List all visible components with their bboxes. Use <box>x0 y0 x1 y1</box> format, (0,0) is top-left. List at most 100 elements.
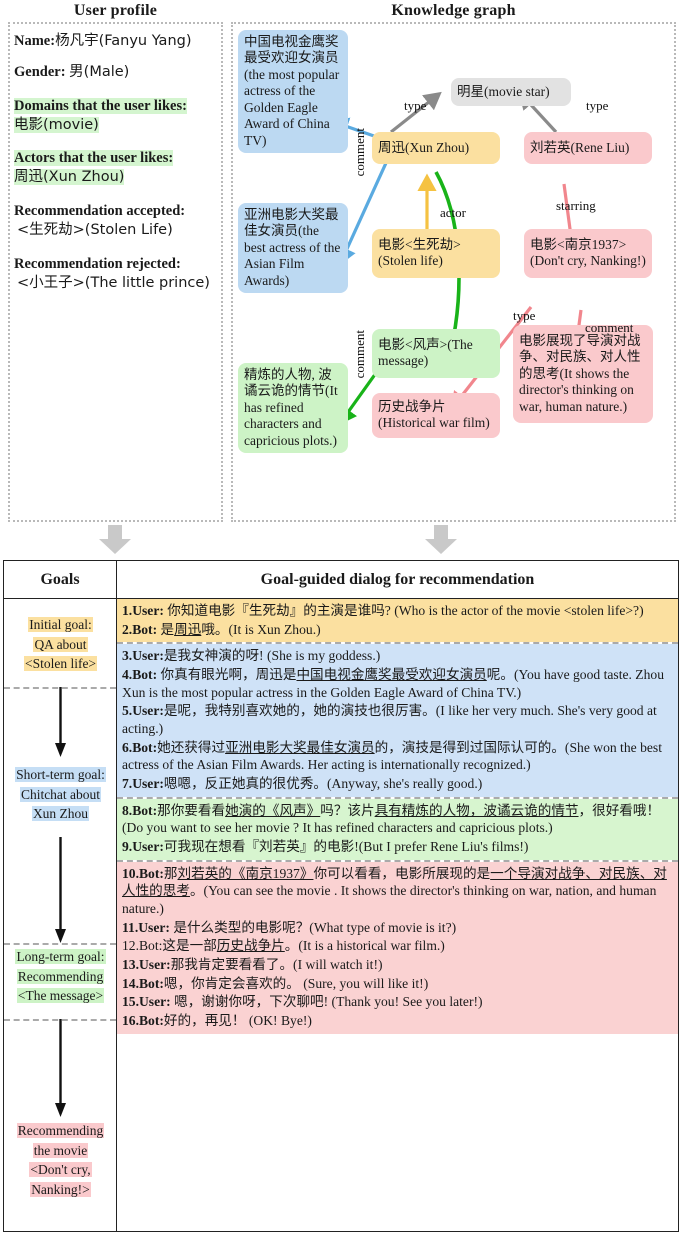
dialog-turn-13[interactable]: 13.User:那我肯定要看看了。(I will watch it!) <box>122 956 674 974</box>
goal-rec-line-2: <Don't cry, <box>29 1162 92 1178</box>
goal-long-term[interactable]: Long-term goal: Recommending <The messag… <box>4 947 117 1006</box>
dialog-turn-14-speaker: 14.Bot: <box>122 975 164 991</box>
dialog-turn-1-speaker: 1.User: <box>122 603 164 618</box>
actors-label: Actors that the user likes: <box>14 150 174 167</box>
kg-edge-label-type-bottom: type <box>513 308 536 323</box>
goal-rec-line-1: the movie <box>32 1142 89 1158</box>
kg-node-xun-zhou[interactable]: 周迅(Xun Zhou) <box>372 132 500 165</box>
goal-long-line-2: <The message> <box>16 988 105 1004</box>
dialog-turn-7[interactable]: 7.User:嗯嗯，反正她真的很优秀。(Anyway, she's really… <box>122 775 674 793</box>
kg-node-nanjing[interactable]: 电影<南京1937>(Don't cry, Nanking!) <box>524 229 652 278</box>
dialog-turn-15[interactable]: 15.User: 嗯，谢谢你呀，下次聊吧! (Thank you! See yo… <box>122 993 674 1011</box>
kg-node-the-message[interactable]: 电影<风声>(The message) <box>372 329 500 378</box>
goal-rec-line-3: Nanking!> <box>30 1181 91 1197</box>
dialog-turn-2[interactable]: 2.Bot: 是周迅哦。(It is Xun Zhou.) <box>122 621 674 639</box>
knowledge-graph-title: Knowledge graph <box>391 2 516 19</box>
table-body: Initial goal: QA about <Stolen life> Sho… <box>4 599 678 1231</box>
dialog-turn-7-text: 嗯嗯，反正她真的很优秀。(Anyway, she's really good.) <box>163 776 483 792</box>
dialog-turn-10[interactable]: 10.Bot:那刘若英的《南京1937》你可以看看，电影所展现的是一个导演对战争… <box>122 865 674 918</box>
dialog-turn-11[interactable]: 11.User: 是什么类型的电影呢？(What type of movie i… <box>122 919 674 937</box>
dialog-turn-12-speaker: 12.Bot: <box>122 938 163 954</box>
goal-initial-line-0: Initial goal: <box>28 617 93 632</box>
rejected-label: Recommendation rejected: <box>14 256 181 273</box>
dialog-turn-1[interactable]: 1.User: 你知道电影『生死劫』的主演是谁吗? (Who is the ac… <box>122 602 674 620</box>
down-arrow-icon-goal-2 <box>55 837 66 943</box>
dialog-turn-5[interactable]: 5.User:是呢，我特别喜欢她的，她的演技也很厉害。(I like her v… <box>122 702 674 737</box>
dialog-turn-8[interactable]: 8.Bot:那你要看看她演的《风声》吗？该片具有精炼的人物，波谲云诡的情节，很好… <box>122 802 674 837</box>
kg-edge-label-comment-pink: comment <box>585 320 634 335</box>
dialog-turn-10-text: 那刘若英的《南京1937》你可以看看，电影所展现的是一个导演对战争、对民族、对人… <box>122 865 667 917</box>
goal-short-line-0: Short-term goal: <box>15 767 106 782</box>
goal-long-line-1: Recommending <box>16 968 105 984</box>
kg-node-golden-eagle[interactable]: 中国电视金鹰奖最受欢迎女演员(the most popular actress … <box>238 30 348 154</box>
dialog-turn-13-speaker: 13.User: <box>122 957 171 973</box>
goals-column: Initial goal: QA about <Stolen life> Sho… <box>4 599 117 1231</box>
dialog-turn-11-speaker: 11.User: <box>122 919 170 935</box>
dialog-turn-9[interactable]: 9.User:可我现在想看『刘若英』的电影!(But I prefer Rene… <box>122 838 674 856</box>
actors-value: 周迅(Xun Zhou) <box>14 168 125 185</box>
dialog-block-recommend-nanking: 10.Bot:那刘若英的《南京1937》你可以看看，电影所展现的是一个导演对战争… <box>117 861 678 1034</box>
dialog-turn-7-speaker: 7.User: <box>122 776 164 792</box>
kg-edge-label-actor: actor <box>440 205 466 220</box>
table-header-row: Goals Goal-guided dialog for recommendat… <box>4 561 678 599</box>
kg-node-historical-war[interactable]: 历史战争片(Historical war film) <box>372 393 500 438</box>
goal-separator-3 <box>4 1019 116 1021</box>
kg-node-refined-plots[interactable]: 精炼的人物, 波谲云诡的情节(It has refined characters… <box>238 363 348 454</box>
dialog-turn-3[interactable]: 3.User:是我女神演的呀! (She is my goddess.) <box>122 647 674 665</box>
dialog-turn-16-speaker: 16.Bot: <box>122 1013 164 1029</box>
kg-edge-label-comment-blue: comment <box>352 128 367 177</box>
kg-node-director-thinking[interactable]: 电影展现了导演对战争、对民族、对人性的思考(It shows the direc… <box>513 325 653 424</box>
down-arrow-icon-right <box>425 525 457 554</box>
dialog-turn-16[interactable]: 16.Bot:好的，再见！ (OK! Bye!) <box>122 1012 674 1030</box>
kg-node-stolen-life[interactable]: 电影<生死劫>(Stolen life) <box>372 229 500 278</box>
dialog-turn-12[interactable]: 12.Bot:这是一部历史战争片。(It is a historical war… <box>122 937 674 955</box>
goal-long-line-0: Long-term goal: <box>15 949 106 964</box>
domains-value: 电影(movie) <box>14 116 99 133</box>
dialog-turn-4[interactable]: 4.Bot: 你真有眼光啊，周迅是中国电视金鹰奖最受欢迎女演员呢。(You ha… <box>122 666 674 701</box>
dialog-turn-5-text: 是呢，我特别喜欢她的，她的演技也很厉害。(I like her very muc… <box>122 703 657 737</box>
domains-label: Domains that the user likes: <box>14 98 187 115</box>
dialog-turn-2-text: 是周迅哦。(It is Xun Zhou.) <box>157 621 321 637</box>
dialog-turn-11-text: 是什么类型的电影呢？(What type of movie is it?) <box>169 919 457 935</box>
dialog-turn-9-text: 可我现在想看『刘若英』的电影!(But I prefer Rene Liu's … <box>163 839 529 855</box>
goal-recommend-nanking[interactable]: Recommending the movie <Don't cry, Nanki… <box>4 1121 117 1199</box>
dialog-turn-8-text: 那你要看看她演的《风声》吗？该片具有精炼的人物，波谲云诡的情节，很好看哦！(Do… <box>122 802 661 836</box>
dialog-turn-10-speaker: 10.Bot: <box>122 865 164 881</box>
dialog-turn-6[interactable]: 6.Bot:她还获得过亚洲电影大奖最佳女演员的，演技是得到过国际认可的。(She… <box>122 739 674 774</box>
user-profile-title: User profile <box>73 2 158 19</box>
kg-node-rene-liu[interactable]: 刘若英(Rene Liu) <box>524 132 652 165</box>
dialog-turn-1-text: 你知道电影『生死劫』的主演是谁吗? (Who is the actor of t… <box>163 603 644 618</box>
kg-edge-label-type-right: type <box>586 98 609 113</box>
goal-short-line-1: Chitchat about <box>19 786 102 802</box>
down-arrow-icon-goal-1 <box>55 687 66 757</box>
dialog-turn-16-text: 好的，再见！ (OK! Bye!) <box>163 1013 312 1029</box>
goal-short-term[interactable]: Short-term goal: Chitchat about Xun Zhou <box>4 765 117 824</box>
accepted-label: Recommendation accepted: <box>14 203 186 220</box>
goal-separator-2 <box>4 943 116 945</box>
profile-row-domains: Domains that the user likes: 电影(movie) <box>14 97 219 134</box>
dialog-turn-4-text: 你真有眼光啊，周迅是中国电视金鹰奖最受欢迎女演员呢。(You have good… <box>122 667 664 700</box>
profile-row-gender: Gender: 男(Male) <box>14 63 219 82</box>
dialog-turn-9-speaker: 9.User: <box>122 839 164 855</box>
dialog-turn-15-text: 嗯，谢谢你呀，下次聊吧! (Thank you! See you later!) <box>170 994 483 1010</box>
goal-initial[interactable]: Initial goal: QA about <Stolen life> <box>4 615 117 674</box>
dialog-header: Goal-guided dialog for recommendation <box>260 570 535 588</box>
dialog-block-initial: 1.User: 你知道电影『生死劫』的主演是谁吗? (Who is the ac… <box>117 599 678 643</box>
dialog-turn-3-text: 是我女神演的呀! (She is my goddess.) <box>163 648 381 664</box>
down-arrow-icon-left <box>99 525 131 554</box>
dialog-separator-2 <box>117 796 678 799</box>
name-label: Name: <box>14 33 56 49</box>
dialog-turn-12-text: 这是一部历史战争片。(It is a historical war film.) <box>162 938 445 954</box>
kg-node-movie-star[interactable]: 明星(movie star) <box>451 78 571 107</box>
profile-row-rejected: Recommendation rejected: <小王子>(The littl… <box>14 255 219 292</box>
dialog-turn-14-text: 嗯，你肯定会喜欢的。 (Sure, you will like it!) <box>163 975 429 991</box>
dialog-turn-14[interactable]: 14.Bot:嗯，你肯定会喜欢的。 (Sure, you will like i… <box>122 975 674 993</box>
profile-row-actors: Actors that the user likes: 周迅(Xun Zhou) <box>14 149 219 186</box>
kg-edge-label-starring: starring <box>556 198 596 213</box>
dialog-separator-3 <box>117 859 678 862</box>
goal-short-line-2: Xun Zhou <box>31 806 90 822</box>
dialog-turn-5-speaker: 5.User: <box>122 703 164 719</box>
kg-node-asian-film[interactable]: 亚洲电影大奖最佳女演员(the best actress of the Asia… <box>238 203 348 294</box>
dialog-turn-6-speaker: 6.Bot: <box>122 739 158 755</box>
goal-rec-line-0: Recommending <box>16 1123 105 1138</box>
